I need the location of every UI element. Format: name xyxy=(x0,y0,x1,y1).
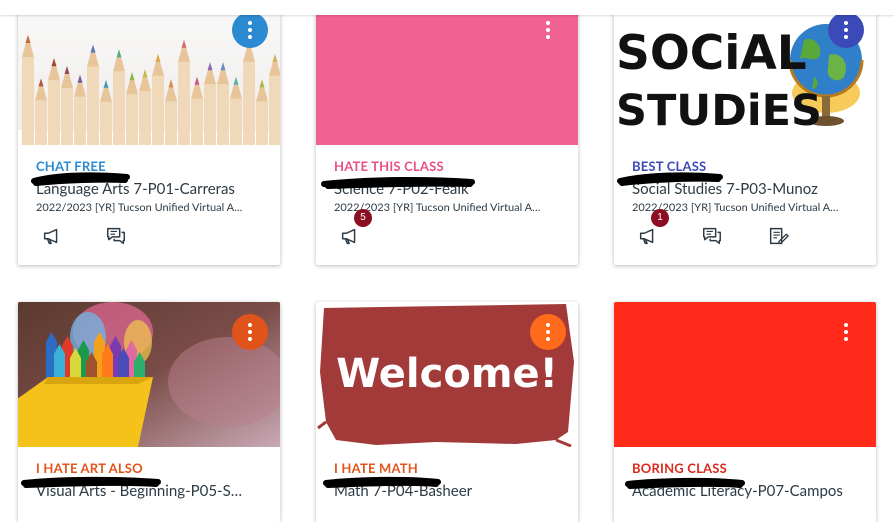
more-vertical-icon xyxy=(546,21,550,39)
course-card[interactable]: SOCiAL STUDiES BEST CLASS Social Studies… xyxy=(614,0,876,265)
course-term: 2022/2023 [YR] Tucson Unified Virtual A… xyxy=(36,201,243,214)
marker-scribble xyxy=(625,477,745,489)
pencil-lead xyxy=(207,62,213,71)
studies-text: STUDiES xyxy=(616,86,822,136)
more-vertical-icon xyxy=(546,323,550,341)
pencil-lead xyxy=(77,74,83,83)
course-card[interactable]: HATE THIS CLASS Science 7-P02-Feaik 2022… xyxy=(316,0,578,265)
pencil xyxy=(256,101,268,145)
pencil xyxy=(178,61,190,145)
discussions-icon[interactable] xyxy=(701,225,723,247)
discussions-icon[interactable] xyxy=(105,225,127,247)
pencil-lead xyxy=(38,78,44,87)
pencil-lead xyxy=(129,72,135,81)
pencil xyxy=(269,75,280,145)
marker-scribble xyxy=(323,476,441,488)
pencil-lead xyxy=(181,39,187,48)
pencil-lead xyxy=(51,58,57,67)
more-vertical-icon xyxy=(844,21,848,39)
pencil xyxy=(204,84,216,145)
course-card[interactable]: BORING CLASS Academic Literacy-P07-Campo… xyxy=(614,302,876,522)
pencil-lead xyxy=(64,65,70,74)
top-bar xyxy=(0,0,894,15)
pencil-lead xyxy=(103,79,109,88)
pencil xyxy=(100,101,112,145)
announcements-icon[interactable] xyxy=(41,225,63,247)
announcements-icon[interactable] xyxy=(339,225,361,247)
pencil xyxy=(113,71,125,145)
unread-count-badge: 5 xyxy=(354,209,372,227)
pencil xyxy=(152,75,164,145)
pencil-lead xyxy=(155,53,161,62)
pencil-lead xyxy=(168,79,174,88)
unread-count-badge: 1 xyxy=(651,209,669,227)
card-options-button[interactable] xyxy=(232,12,268,48)
pencil-lead xyxy=(220,62,226,71)
more-vertical-icon xyxy=(844,323,848,341)
course-card[interactable]: CHAT FREE Language Arts 7-P01-Carreras 2… xyxy=(18,0,280,265)
course-nickname[interactable]: HATE THIS CLASS xyxy=(334,158,444,174)
marker-scribble xyxy=(21,476,161,488)
marker-scribble xyxy=(617,172,723,186)
pencil-lead xyxy=(272,53,278,62)
pencil xyxy=(126,94,138,145)
pencil xyxy=(217,84,229,145)
pencil xyxy=(48,80,60,145)
course-card[interactable]: I HATE ART ALSO Visual Arts - Beginning-… xyxy=(18,302,280,522)
assignments-icon[interactable] xyxy=(767,225,789,247)
pencil xyxy=(230,98,242,145)
card-options-button[interactable] xyxy=(530,314,566,350)
pencil xyxy=(74,96,86,145)
announcements-icon[interactable] xyxy=(637,225,659,247)
card-options-button[interactable] xyxy=(828,12,864,48)
marker-scribble xyxy=(321,176,475,189)
marker-scribble xyxy=(31,172,130,186)
card-options-button[interactable] xyxy=(530,12,566,48)
pencil-lead xyxy=(194,76,200,85)
pencil xyxy=(191,98,203,145)
card-options-button[interactable] xyxy=(828,314,864,350)
pencil xyxy=(139,91,151,145)
more-vertical-icon xyxy=(248,21,252,39)
pencil xyxy=(61,87,73,145)
welcome-text: Welcome! xyxy=(336,351,558,397)
pencil xyxy=(35,100,47,145)
social-text: SOCiAL xyxy=(616,26,807,81)
pencil-lead xyxy=(142,69,148,78)
pencil-lead xyxy=(116,49,122,58)
card-options-button[interactable] xyxy=(232,314,268,350)
pencil xyxy=(22,57,34,145)
pencil xyxy=(87,66,99,145)
course-card[interactable]: Welcome! I HATE MATH Math 7-P04-Basheer xyxy=(316,302,578,522)
pencil-lead xyxy=(233,76,239,85)
pencil xyxy=(243,61,255,145)
pencil-lead xyxy=(90,44,96,53)
pencil-lead xyxy=(259,79,265,88)
pencil xyxy=(165,101,177,145)
pencil-lead xyxy=(25,35,31,43)
more-vertical-icon xyxy=(248,323,252,341)
